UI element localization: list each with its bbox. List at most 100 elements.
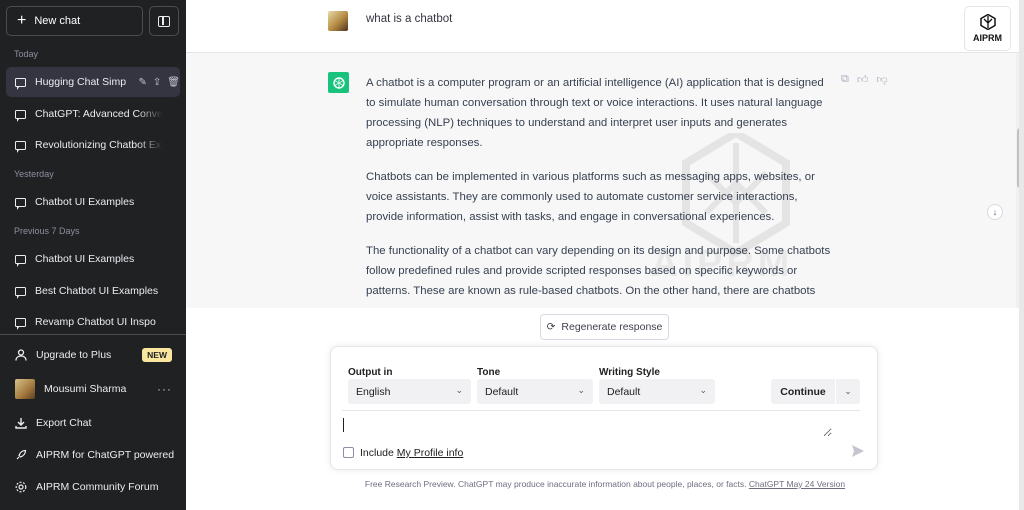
- thumbs-down-icon[interactable]: 👎︎: [876, 73, 887, 86]
- chat-bubble-icon: [15, 254, 26, 267]
- text-caret: [343, 418, 344, 432]
- chat-bubble-icon: [15, 317, 26, 330]
- chat-item-label: Revolutionizing Chatbot Exper: [35, 139, 163, 151]
- edit-icon[interactable]: ✎: [139, 77, 147, 88]
- rocket-icon: [16, 449, 27, 460]
- chat-item[interactable]: ChatGPT: Advanced Conversa: [6, 99, 180, 129]
- output-language-value: English: [356, 385, 391, 398]
- sidebar-toggle-icon: [158, 15, 170, 27]
- toggle-sidebar-button[interactable]: [149, 6, 179, 36]
- composer-divider: [342, 410, 860, 411]
- new-badge: NEW: [142, 348, 172, 362]
- refresh-icon: ⟳: [546, 321, 556, 333]
- continue-button[interactable]: Continue: [771, 379, 835, 404]
- include-profile-checkbox[interactable]: [343, 447, 354, 458]
- section-previous-7-days: Previous 7 Days: [14, 226, 80, 236]
- more-options-icon[interactable]: ···: [157, 382, 172, 396]
- version-link[interactable]: ChatGPT May 24 Version: [749, 479, 845, 489]
- chat-item-label: Hugging Chat Simpli: [35, 76, 126, 88]
- user-name: Mousumi Sharma: [44, 383, 127, 395]
- tone-label: Tone: [477, 367, 501, 378]
- assistant-paragraph: Chatbots can be implemented in various p…: [366, 171, 815, 223]
- disclaimer-text: Free Research Preview. ChatGPT may produ…: [364, 479, 747, 489]
- chat-item[interactable]: Hugging Chat Simpli ✎ ⇪ 🗑: [6, 67, 180, 97]
- new-chat-button[interactable]: + New chat: [6, 6, 143, 36]
- thumbs-up-icon[interactable]: 👍︎: [857, 73, 869, 86]
- chat-item[interactable]: Revamp Chatbot UI Inspo: [6, 307, 180, 337]
- writing-style-select[interactable]: Default ⌄: [599, 379, 715, 404]
- user-icon: [15, 349, 27, 361]
- chevron-down-icon: ⌄: [455, 385, 463, 395]
- include-prefix: Include: [360, 447, 394, 459]
- new-chat-label: New chat: [34, 15, 81, 27]
- scroll-down-icon[interactable]: ↓: [987, 204, 1003, 220]
- download-icon: [15, 418, 27, 429]
- assistant-message-row: AIPRM A chatbot is a computer program or…: [186, 53, 1016, 308]
- sidebar-divider: [0, 334, 186, 335]
- user-menu[interactable]: Mousumi Sharma ···: [6, 374, 180, 404]
- writing-style-value: Default: [607, 385, 641, 398]
- user-message: what is a chatbot: [366, 13, 453, 25]
- chevron-down-icon: ⌄: [577, 385, 585, 395]
- assistant-message: A chatbot is a computer program or an ar…: [366, 73, 834, 308]
- chat-item[interactable]: Best Chatbot UI Examples: [6, 276, 180, 306]
- upgrade-label: Upgrade to Plus: [36, 349, 112, 361]
- send-icon[interactable]: [851, 444, 865, 458]
- chat-item-label: ChatGPT: Advanced Conversa: [35, 108, 163, 120]
- section-yesterday: Yesterday: [14, 169, 54, 179]
- aiprm-button[interactable]: AIPRM: [964, 6, 1011, 51]
- avatar: [15, 379, 35, 399]
- assistant-paragraph: The functionality of a chatbot can vary …: [366, 245, 831, 297]
- footer-disclaimer: Free Research Preview. ChatGPT may produ…: [186, 479, 1024, 489]
- assistant-paragraph: A chatbot is a computer program or an ar…: [366, 77, 824, 149]
- plus-icon: +: [17, 12, 27, 29]
- chat-item-label: Revamp Chatbot UI Inspo: [35, 316, 156, 328]
- chat-item-label: Best Chatbot UI Examples: [35, 285, 159, 297]
- window-edge: [1019, 0, 1024, 510]
- sidebar: + New chat Today Hugging Chat Simpli ✎ ⇪…: [0, 0, 186, 510]
- regenerate-label: Regenerate response: [561, 321, 663, 333]
- include-profile-label: Include My Profile info: [360, 447, 463, 459]
- chat-item[interactable]: Revolutionizing Chatbot Exper: [6, 130, 180, 160]
- aiprm-badge-label: AIPRM: [973, 33, 1002, 43]
- community-icon: [15, 481, 27, 493]
- chat-bubble-icon: [15, 77, 26, 90]
- copy-icon[interactable]: ⧉: [841, 73, 849, 86]
- continue-dropdown-icon[interactable]: ⌄: [836, 379, 860, 404]
- main-content: what is a chatbot AIPRM A chatbot is a c…: [186, 0, 1024, 510]
- regenerate-response-button[interactable]: ⟳ Regenerate response: [540, 314, 669, 340]
- my-profile-info-link[interactable]: My Profile info: [397, 447, 464, 459]
- chat-item-label: Chatbot UI Examples: [35, 253, 135, 265]
- user-avatar: [328, 11, 348, 31]
- writing-style-label: Writing Style: [599, 367, 660, 378]
- tone-value: Default: [485, 385, 519, 398]
- user-message-row: what is a chatbot: [186, 0, 1024, 53]
- delete-icon[interactable]: 🗑: [167, 77, 180, 88]
- chat-item[interactable]: Chatbot UI Examples: [6, 244, 180, 274]
- prompt-input[interactable]: [342, 415, 832, 437]
- chatgpt-logo-icon: [328, 72, 349, 93]
- aiprm-forum-link[interactable]: AIPRM Community Forum: [6, 472, 180, 502]
- chat-bubble-icon: [15, 140, 26, 153]
- aiprm-forum-label: AIPRM Community Forum: [36, 481, 159, 493]
- upgrade-to-plus-button[interactable]: Upgrade to Plus NEW: [6, 340, 180, 370]
- tone-select[interactable]: Default ⌄: [477, 379, 593, 404]
- sidebar-top: + New chat: [6, 6, 179, 36]
- export-chat-button[interactable]: Export Chat: [6, 408, 180, 438]
- chevron-down-icon: ⌄: [699, 385, 707, 395]
- chat-bubble-icon: [15, 197, 26, 210]
- chat-bubble-icon: [15, 109, 26, 122]
- aiprm-logo-icon: [979, 14, 996, 30]
- prompt-composer: Output in English ⌄ Tone Default ⌄ Writi…: [330, 346, 878, 470]
- chat-item-label: Chatbot UI Examples: [35, 196, 135, 208]
- share-icon[interactable]: ⇪: [153, 77, 161, 88]
- section-today: Today: [14, 49, 39, 59]
- chat-bubble-icon: [15, 286, 26, 299]
- chat-item[interactable]: Chatbot UI Examples: [6, 187, 180, 217]
- output-language-select[interactable]: English ⌄: [348, 379, 471, 404]
- message-actions: ⧉ 👍︎ 👎︎: [841, 73, 888, 86]
- aiprm-powered-label: AIPRM for ChatGPT powered: [36, 449, 175, 461]
- export-label: Export Chat: [36, 417, 92, 429]
- aiprm-powered-link[interactable]: AIPRM for ChatGPT powered: [6, 440, 180, 470]
- output-in-label: Output in: [348, 367, 393, 378]
